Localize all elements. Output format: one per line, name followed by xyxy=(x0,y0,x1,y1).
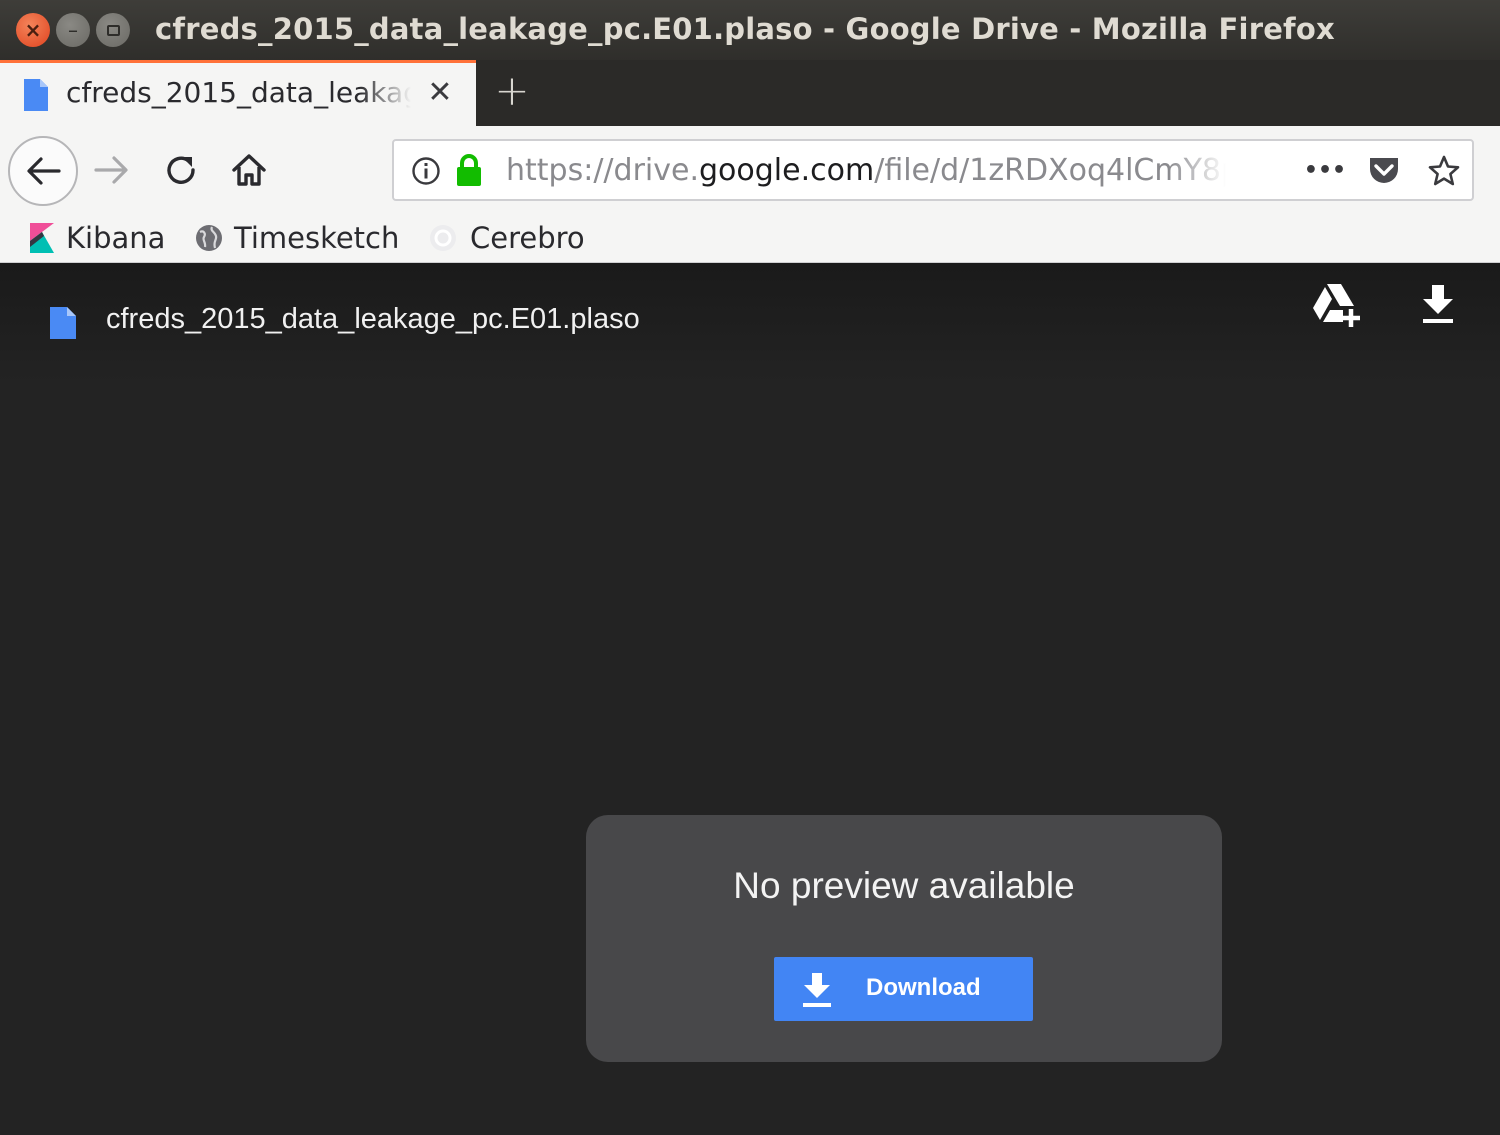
no-preview-card: No preview available Download xyxy=(586,815,1222,1062)
pocket-icon[interactable] xyxy=(1366,153,1402,189)
page-actions-more-icon[interactable]: ••• xyxy=(1304,153,1346,187)
back-button[interactable] xyxy=(8,136,78,206)
home-icon xyxy=(232,154,266,186)
tab-close-icon[interactable]: ✕ xyxy=(424,75,456,111)
url-host: google.com xyxy=(699,153,875,188)
tab-strip: cfreds_2015_data_leakage_pc.E01.plaso ✕ … xyxy=(0,60,1500,126)
add-to-drive-icon[interactable] xyxy=(1310,281,1362,333)
globe-icon xyxy=(194,223,224,253)
window-maximize-button[interactable] xyxy=(96,13,130,47)
url-subdomain: drive. xyxy=(613,153,700,188)
viewer-file-name: cfreds_2015_data_leakage_pc.E01.plaso xyxy=(106,303,640,335)
download-button[interactable]: Download xyxy=(774,957,1033,1021)
info-icon[interactable] xyxy=(410,155,442,187)
window-close-button[interactable]: × xyxy=(16,13,50,47)
file-icon xyxy=(22,77,50,117)
navigation-toolbar: https://drive.google.com/file/d/1zRDXoq4… xyxy=(0,126,1500,214)
file-icon xyxy=(48,305,78,345)
kibana-icon xyxy=(28,221,56,255)
cerebro-icon xyxy=(426,223,460,253)
viewer-header: cfreds_2015_data_leakage_pc.E01.plaso xyxy=(0,263,1500,383)
minimize-icon: – xyxy=(68,18,78,42)
window-titlebar: × – cfreds_2015_data_leakage_pc.E01.plas… xyxy=(0,0,1500,60)
url-path: /file/d/1zRDXoq4lCmY8p xyxy=(874,153,1226,188)
tab-title: cfreds_2015_data_leakage_pc.E01.plaso xyxy=(66,76,411,109)
bookmark-star-icon[interactable] xyxy=(1426,153,1462,189)
download-icon[interactable] xyxy=(1418,283,1458,329)
forward-button[interactable] xyxy=(92,152,132,188)
reload-icon xyxy=(167,156,195,184)
download-icon xyxy=(800,971,834,1013)
url-text[interactable]: https://drive.google.com/file/d/1zRDXoq4… xyxy=(506,153,1226,188)
lock-icon[interactable] xyxy=(454,153,484,187)
window-minimize-button[interactable]: – xyxy=(56,13,90,47)
new-tab-button[interactable]: + xyxy=(490,66,534,116)
bookmarks-toolbar: Kibana Timesketch Cerebro xyxy=(0,214,1500,263)
bookmark-label: Kibana xyxy=(66,221,166,255)
download-button-label: Download xyxy=(866,974,981,1001)
reload-button[interactable] xyxy=(160,150,202,190)
bookmark-kibana[interactable]: Kibana xyxy=(28,218,165,258)
arrow-right-icon xyxy=(94,156,128,184)
bookmark-cerebro[interactable]: Cerebro xyxy=(426,218,585,258)
url-scheme: https:// xyxy=(506,153,614,188)
url-bar[interactable]: https://drive.google.com/file/d/1zRDXoq4… xyxy=(392,139,1474,201)
tab-active[interactable]: cfreds_2015_data_leakage_pc.E01.plaso ✕ xyxy=(0,60,476,126)
maximize-icon xyxy=(106,24,120,36)
bookmark-label: Timesketch xyxy=(234,221,400,255)
bookmark-timesketch[interactable]: Timesketch xyxy=(194,218,399,258)
close-icon: × xyxy=(24,18,42,42)
home-button[interactable] xyxy=(226,148,272,192)
window-title: cfreds_2015_data_leakage_pc.E01.plaso - … xyxy=(155,12,1335,46)
arrow-left-icon xyxy=(27,157,61,185)
bookmark-label: Cerebro xyxy=(470,221,585,255)
drive-file-viewer: cfreds_2015_data_leakage_pc.E01.plaso No… xyxy=(0,263,1500,1135)
no-preview-message: No preview available xyxy=(733,865,1075,906)
